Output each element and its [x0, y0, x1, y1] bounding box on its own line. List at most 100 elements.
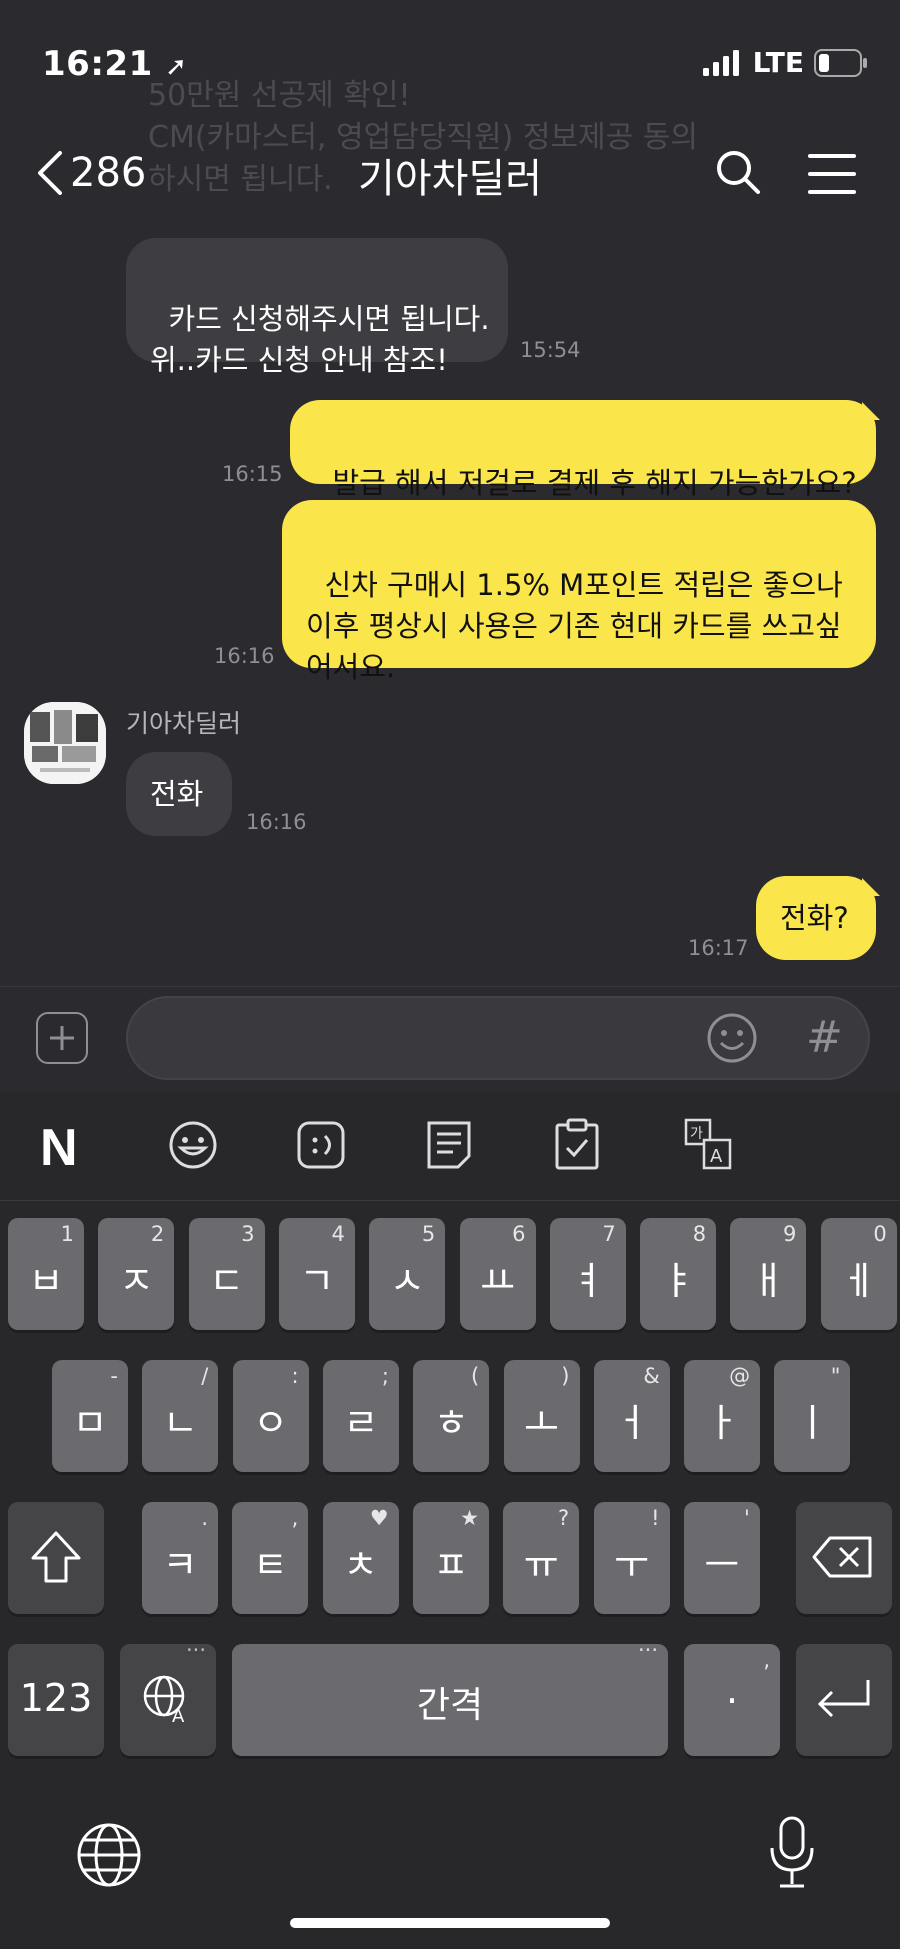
search-icon[interactable] — [714, 148, 762, 200]
key-row2-8[interactable]: " ㅣ — [774, 1360, 851, 1472]
key-label: ㅁ — [72, 1401, 108, 1445]
key-sub-label: - — [110, 1364, 118, 1388]
translate-icon[interactable]: 가 A — [684, 1118, 732, 1174]
key-sub-label: 4 — [331, 1222, 345, 1246]
svg-text:가: 가 — [690, 1126, 703, 1142]
key-label: ㅋ — [162, 1543, 198, 1587]
key-row2-0[interactable]: -ㅁ — [52, 1360, 128, 1472]
key-label: ㄴ — [162, 1401, 198, 1445]
key-label: ㅑ — [660, 1259, 696, 1303]
key-row3-4[interactable]: ? ㅠ — [503, 1502, 580, 1614]
key-sub-label: ! — [651, 1506, 660, 1530]
backspace-key[interactable] — [796, 1502, 892, 1614]
numbers-key[interactable]: 123 — [8, 1644, 104, 1756]
period-key[interactable]: , . — [684, 1644, 780, 1756]
emoji-icon[interactable] — [168, 1120, 218, 1174]
key-sub-label: 1 — [60, 1222, 74, 1246]
naver-n-icon[interactable]: N — [40, 1118, 78, 1178]
key-sub-label: 0 — [873, 1222, 887, 1246]
key-label: ㅂ — [28, 1259, 64, 1303]
avatar[interactable] — [24, 702, 106, 784]
menu-icon[interactable] — [808, 154, 856, 208]
microphone-icon[interactable] — [766, 1816, 818, 1894]
message-time: 16:17 — [688, 936, 749, 960]
key-row1-7[interactable]: 8ㅑ — [640, 1218, 717, 1330]
key-sub-label: 9 — [783, 1222, 797, 1246]
key-row3-3[interactable]: ★ ㅍ — [412, 1502, 489, 1614]
hashtag-button[interactable]: # — [806, 1012, 843, 1063]
message-time: 15:54 — [520, 338, 581, 362]
key-sub-label: ( — [470, 1364, 480, 1388]
message-bubble-sent[interactable]: 전화? — [756, 876, 876, 960]
key-label: ㅊ — [343, 1543, 379, 1587]
key-row3-5[interactable]: ! ㅜ — [593, 1502, 670, 1614]
key-row2-3[interactable]: ; ㄹ — [322, 1360, 399, 1472]
key-row3-2[interactable]: ♥ ㅊ — [322, 1502, 399, 1614]
key-row1-5[interactable]: 6ㅛ — [459, 1218, 536, 1330]
message-time: 16:16 — [214, 644, 275, 668]
globe-key[interactable]: ··· A — [120, 1638, 216, 1756]
key-label: ㅇ — [253, 1401, 289, 1445]
key-row3-0[interactable]: .ㅋ — [142, 1502, 218, 1614]
message-bubble-sent[interactable]: 신차 구매시 1.5% M포인트 적립은 좋으나 이후 평상시 사용은 기존 현… — [282, 500, 876, 684]
message-time: 16:16 — [246, 810, 307, 834]
status-indicators: LTE — [702, 46, 868, 79]
key-sub-label: 2 — [150, 1222, 165, 1246]
key-label: ㄷ — [209, 1259, 245, 1303]
message-input[interactable] — [126, 996, 870, 1080]
key-row1-0[interactable]: 1ㅂ — [8, 1218, 84, 1330]
key-row2-7[interactable]: @ ㅏ — [684, 1360, 761, 1472]
key-row2-4[interactable]: (ㅎ — [413, 1360, 490, 1472]
key-sub-label: ★ — [460, 1506, 479, 1530]
plus-icon[interactable] — [36, 1012, 88, 1064]
svg-text:A: A — [710, 1146, 723, 1167]
key-row2-1[interactable]: / ㄴ — [142, 1360, 219, 1472]
memo-icon[interactable] — [426, 1120, 472, 1174]
network-label: LTE — [752, 46, 804, 79]
key-label: ㅌ — [252, 1543, 288, 1587]
key-row3-6[interactable]: ' ㅡ — [683, 1502, 760, 1614]
key-label: ㅈ — [118, 1259, 154, 1303]
message-time: 16:15 — [222, 462, 283, 486]
key-row2-6[interactable]: & ㅓ — [593, 1360, 670, 1472]
emoticon-icon[interactable] — [296, 1120, 346, 1174]
key-label: ㅐ — [750, 1259, 786, 1303]
key-row2-2[interactable]: :ㅇ — [232, 1360, 309, 1472]
globe-icon[interactable] — [76, 1822, 142, 1892]
key-sub-label: 8 — [692, 1222, 707, 1246]
key-row1-1[interactable]: 2ㅈ — [98, 1218, 175, 1330]
shift-key[interactable] — [8, 1502, 104, 1614]
key-row1-8[interactable]: 9ㅐ — [730, 1218, 807, 1330]
key-label: ㄹ — [343, 1401, 379, 1445]
key-sub-label: ' — [744, 1506, 750, 1530]
message-bubble-sent[interactable]: 발급 해서 저걸로 결제 후 해지 가능한가요? — [290, 400, 876, 500]
bubble-tail — [862, 878, 880, 896]
key-sub-label: : — [291, 1364, 299, 1388]
key-row1-2[interactable]: 3ㄷ — [188, 1218, 265, 1330]
key-label: ㅛ — [480, 1259, 515, 1303]
clipboard-icon[interactable] — [554, 1118, 600, 1174]
key-sub-label: 5 — [421, 1222, 436, 1246]
key-row1-9[interactable]: 0ㅔ — [820, 1218, 897, 1330]
key-label: ㅓ — [614, 1401, 650, 1445]
key-sub-label: , — [291, 1506, 299, 1530]
key-sub-label: ♥ — [369, 1506, 389, 1530]
message-bubble-received[interactable]: 전화 — [126, 752, 232, 836]
key-row1-3[interactable]: 4ㄱ — [278, 1218, 355, 1330]
message-bubble-received[interactable]: 카드 신청해주시면 됩니다. 위..카드 신청 안내 참조! — [126, 238, 508, 377]
key-row1-6[interactable]: 7ㅕ — [549, 1218, 626, 1330]
key-row3-1[interactable]: ,ㅌ — [232, 1502, 309, 1614]
key-sub-label: . — [201, 1506, 208, 1530]
home-indicator — [290, 1918, 610, 1928]
key-row1-4[interactable]: 5ㅅ — [369, 1218, 446, 1330]
key-label: ㅎ — [433, 1401, 469, 1445]
key-label: ㅅ — [389, 1259, 425, 1303]
space-key[interactable]: ··· 간격 — [232, 1638, 668, 1756]
svg-text:A: A — [172, 1706, 185, 1726]
battery-icon — [814, 48, 867, 77]
emoji-icon[interactable] — [706, 1012, 758, 1068]
return-key[interactable] — [796, 1644, 892, 1756]
key-sub-label: " — [830, 1364, 841, 1388]
key-sub-label: ? — [558, 1506, 570, 1530]
key-row2-5[interactable]: ) ㅗ — [503, 1360, 580, 1472]
